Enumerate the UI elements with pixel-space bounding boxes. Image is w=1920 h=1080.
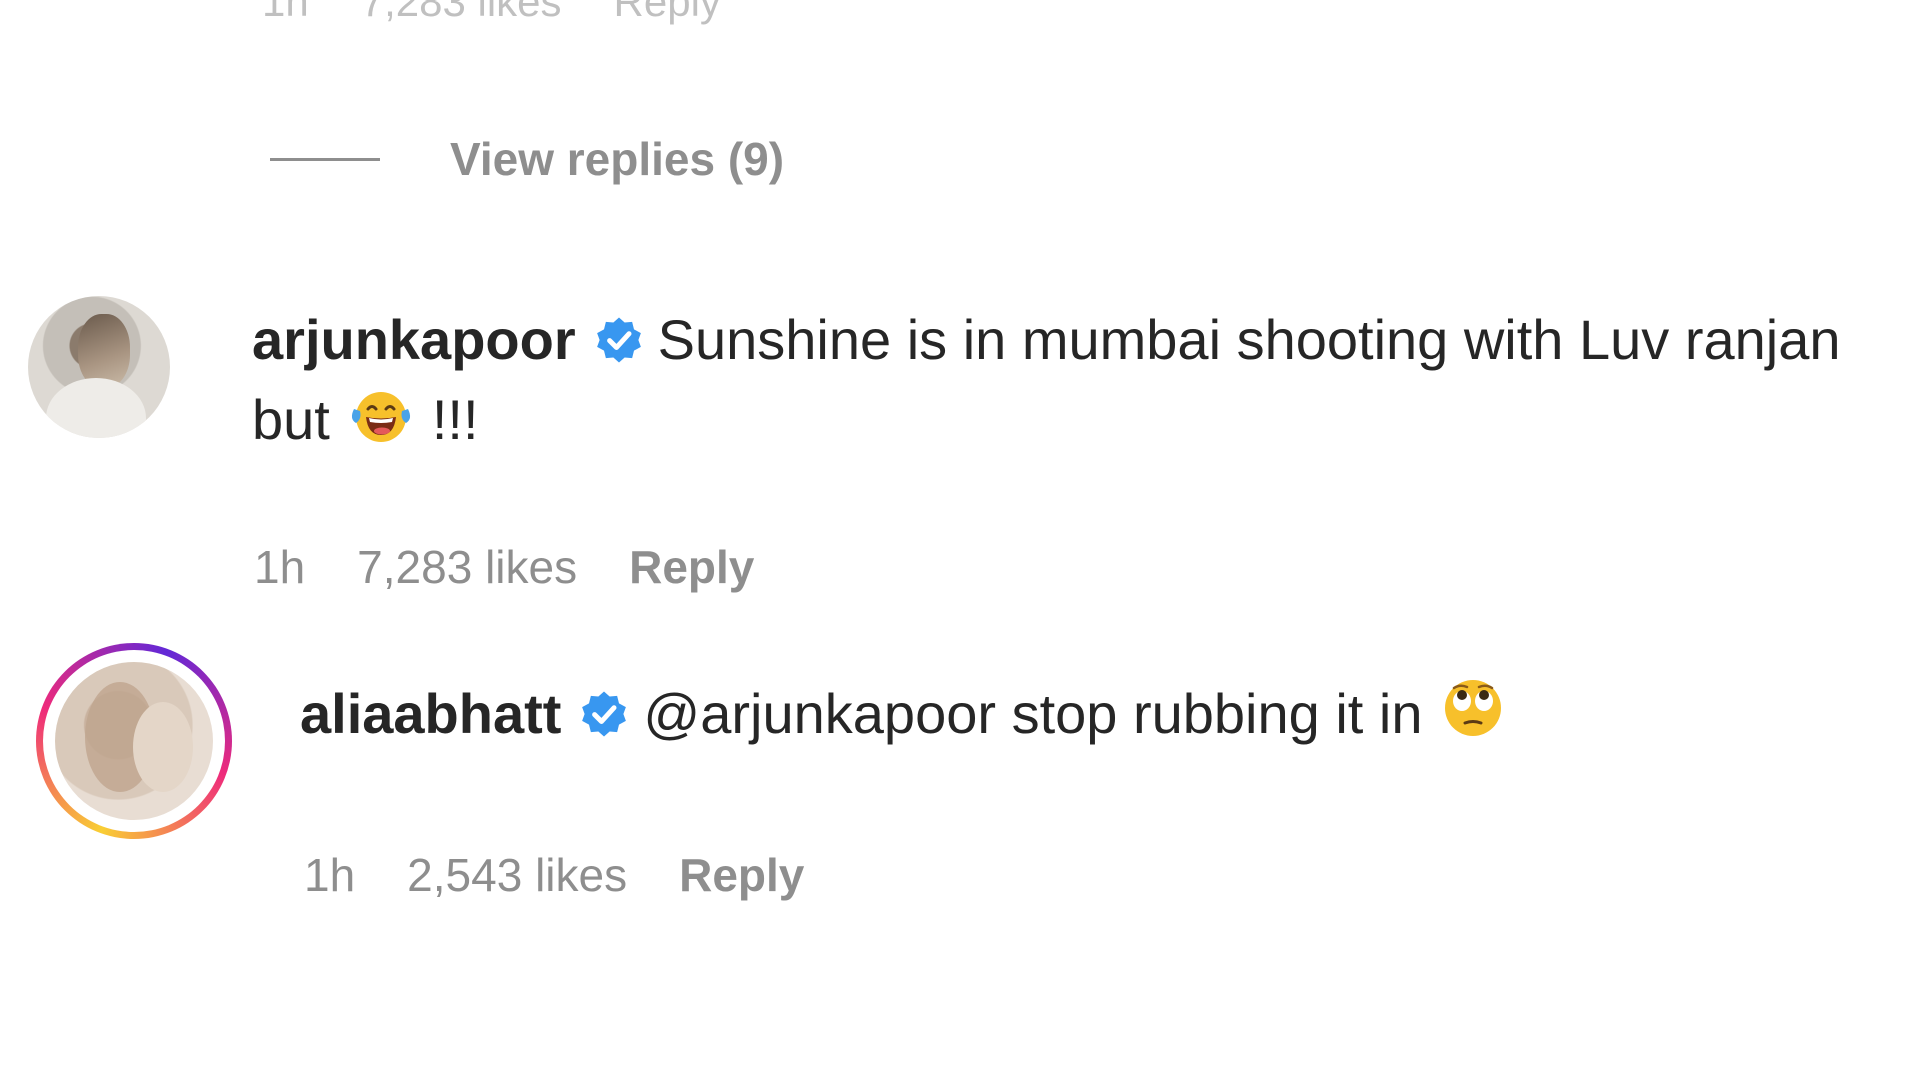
comment-body: aliaabhatt @arjunkapoor stop rubbing it … <box>300 674 1900 754</box>
verified-badge-icon <box>582 691 627 737</box>
tears-of-joy-emoji-icon <box>351 392 410 442</box>
avatar-figure-2 <box>133 702 193 792</box>
comment-meta: 1h 2,543 likes Reply <box>304 848 804 902</box>
comment-text: @arjunkapoor stop rubbing it in <box>643 682 1423 745</box>
previous-comment-meta: 1h 7,283 likes Reply <box>262 0 721 26</box>
previous-comment-time: 1h <box>262 0 309 25</box>
comment-body: arjunkapoor Sunshine is in mumbai shooti… <box>252 300 1852 460</box>
avatar-shirt <box>46 378 146 438</box>
comment-time: 1h <box>304 849 356 901</box>
reply-button[interactable]: Reply <box>629 540 754 594</box>
avatar[interactable] <box>28 296 170 438</box>
eye-roll-emoji-icon <box>1445 680 1502 736</box>
comment-meta: 1h 7,283 likes Reply <box>254 540 754 594</box>
avatar[interactable] <box>55 662 213 820</box>
reply-button[interactable]: Reply <box>679 848 804 902</box>
comment-likes[interactable]: 7,283 likes <box>357 540 577 594</box>
previous-comment-likes[interactable]: 7,283 likes <box>361 0 562 26</box>
view-replies-label: View replies (9) <box>450 133 785 185</box>
story-ring[interactable] <box>36 643 232 839</box>
comment-time: 1h <box>254 541 306 593</box>
avatar-head <box>78 314 130 388</box>
comments-panel: 1h 7,283 likes Reply View replies (9) ar… <box>0 0 1920 1080</box>
comment-username[interactable]: aliaabhatt <box>300 682 561 745</box>
verified-badge-icon <box>596 317 641 363</box>
view-replies-button[interactable]: View replies (9) <box>270 132 784 186</box>
comment-username[interactable]: arjunkapoor <box>252 308 576 371</box>
comment-likes[interactable]: 2,543 likes <box>407 848 627 902</box>
previous-comment-reply-button[interactable]: Reply <box>614 0 721 26</box>
comment-text-end: !!! <box>431 388 479 451</box>
view-replies-line <box>270 157 380 161</box>
